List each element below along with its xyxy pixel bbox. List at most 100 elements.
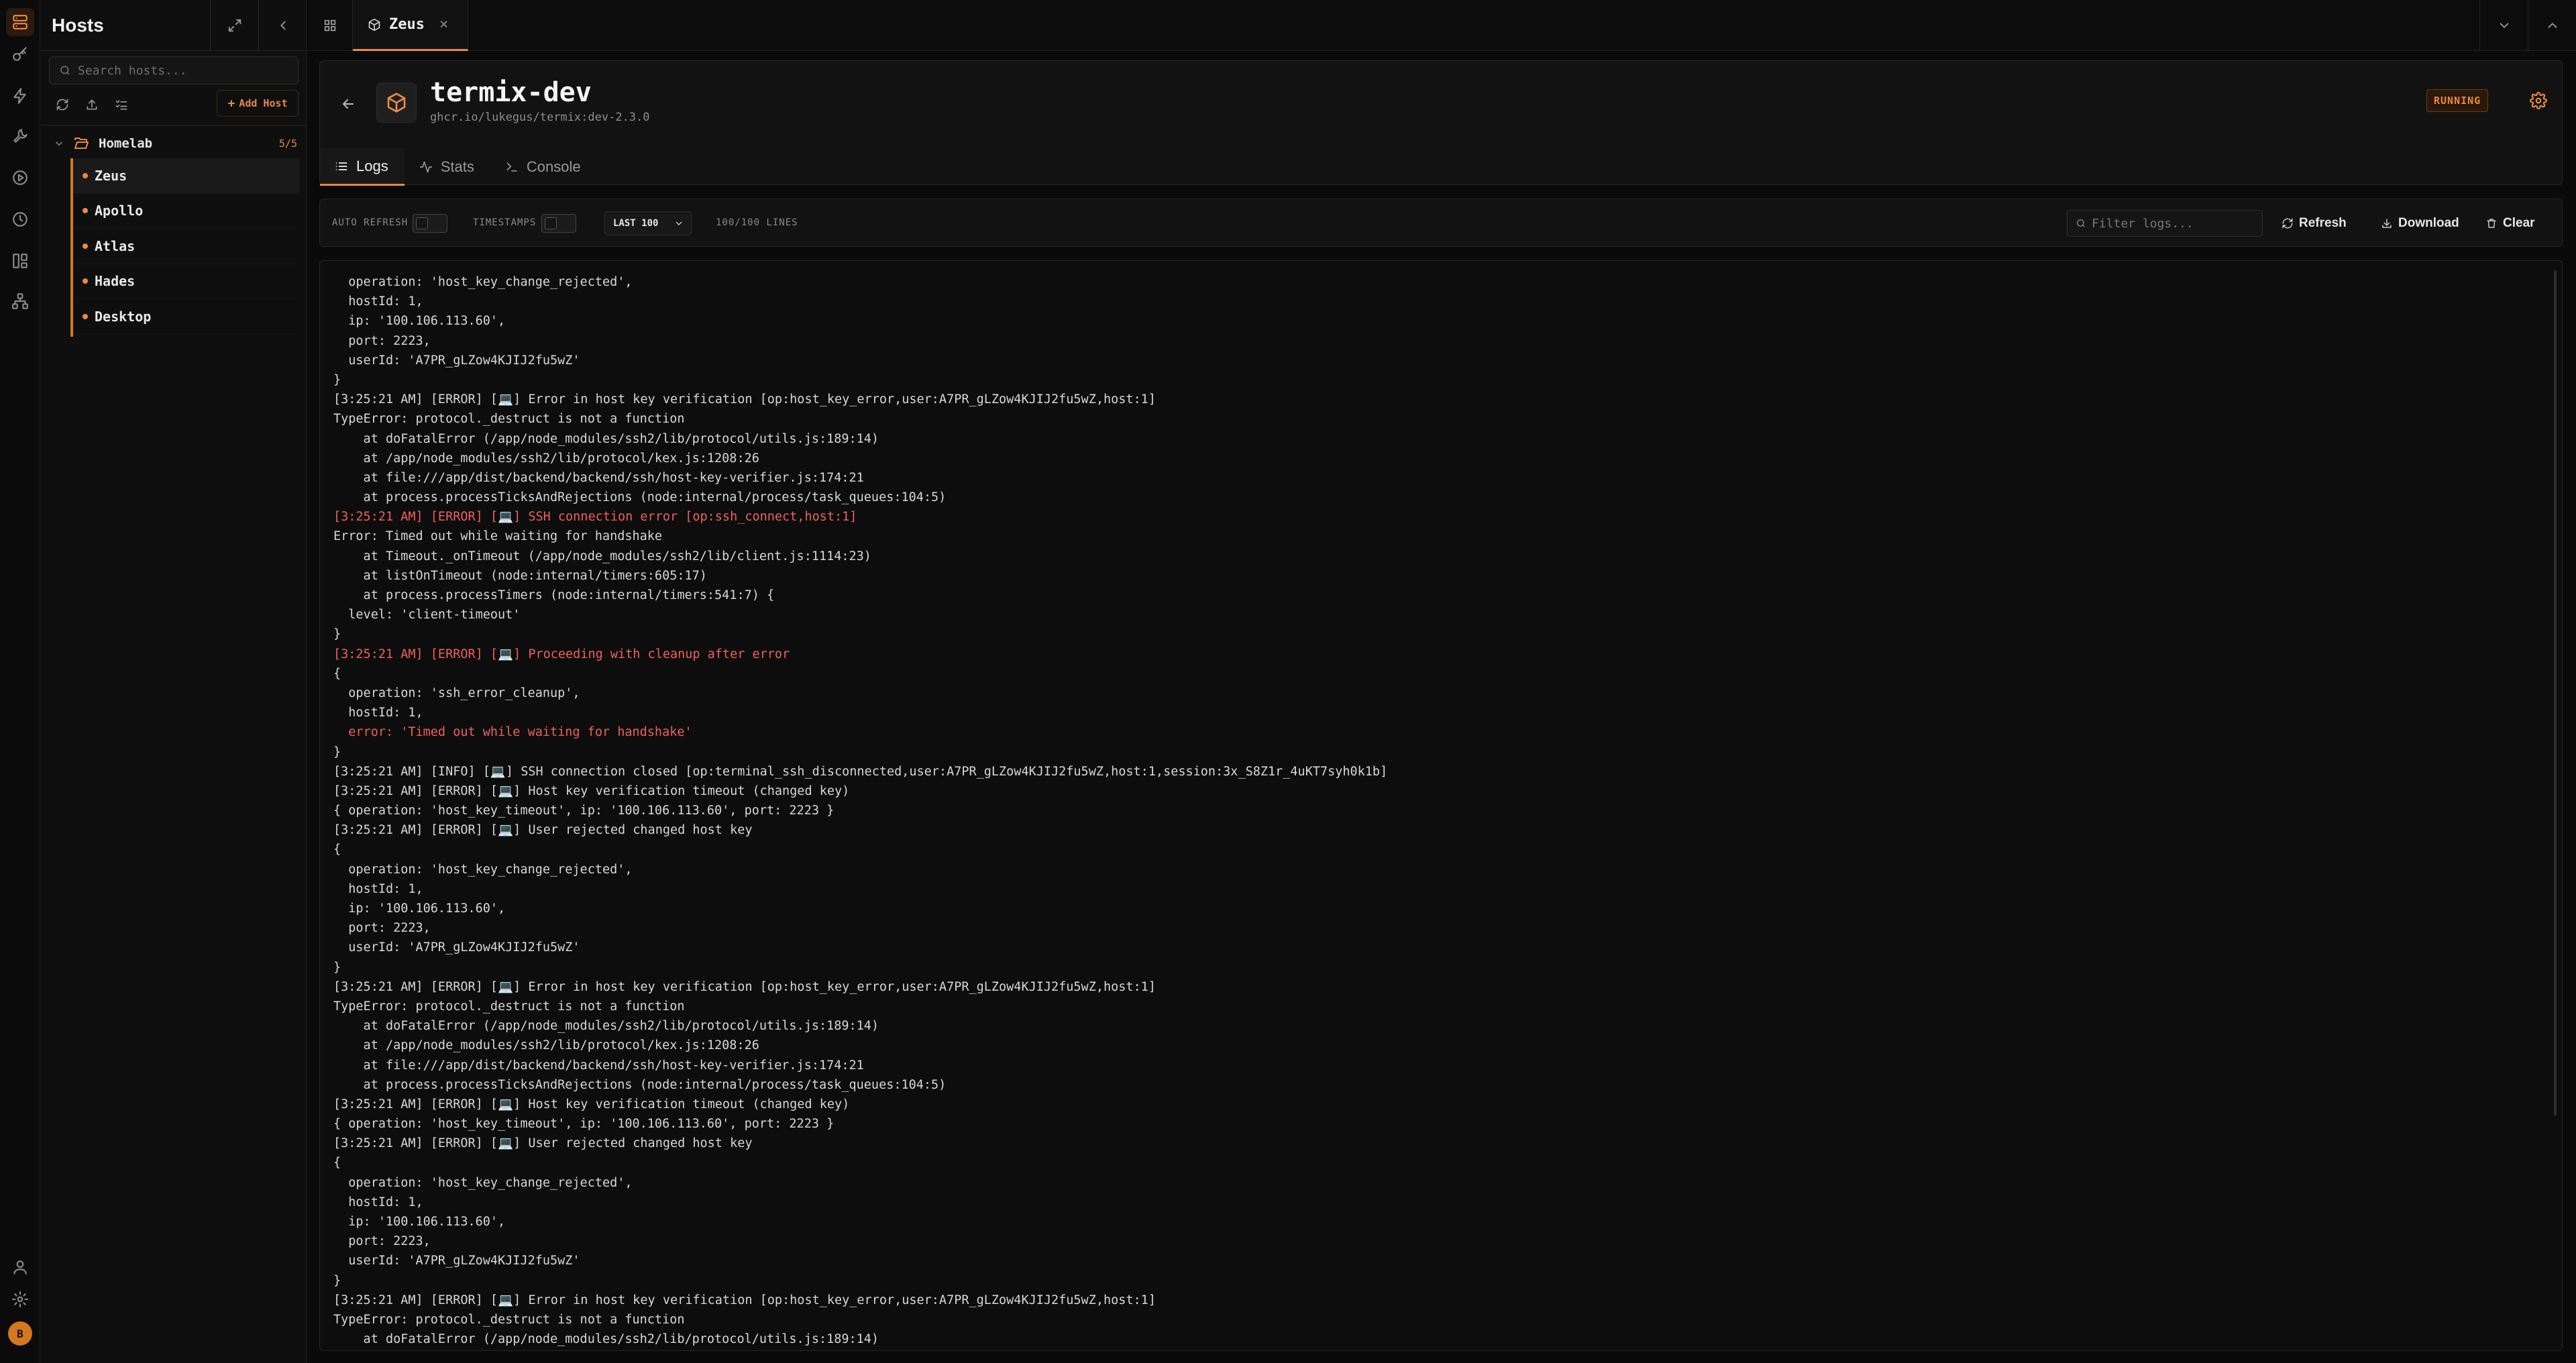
host-item-apollo[interactable]: Apollo xyxy=(70,194,300,229)
log-scrollbar[interactable] xyxy=(2554,270,2557,1115)
log-line: [3:25:21 AM] [ERROR] [💻] User rejected c… xyxy=(333,1136,753,1151)
refresh-logs-button[interactable]: Refresh xyxy=(2282,211,2347,235)
log-line: error: 'Timed out while waiting for hand… xyxy=(333,725,692,740)
auto-refresh-toggle[interactable] xyxy=(413,214,447,233)
log-line: TypeError: protocol._destruct is not a f… xyxy=(333,1312,685,1327)
log-line: at /app/node_modules/ssh2/lib/protocol/k… xyxy=(333,451,759,466)
box-icon xyxy=(387,93,406,113)
hosts-nav-button[interactable] xyxy=(6,8,34,36)
host-item-atlas[interactable]: Atlas xyxy=(70,229,300,264)
host-item-hades[interactable]: Hades xyxy=(70,264,300,299)
settings-nav-button[interactable] xyxy=(6,1285,34,1313)
log-line: [3:25:21 AM] [ERROR] [💻] Host key verifi… xyxy=(333,783,850,798)
log-line: } xyxy=(333,372,341,387)
tab-label: Logs xyxy=(356,157,388,174)
folder-homelab[interactable]: Homelab 5/5 xyxy=(49,131,300,156)
close-icon[interactable]: × xyxy=(439,16,448,33)
log-line: [3:25:21 AM] [ERROR] [💻] SSH connection … xyxy=(333,510,857,525)
grid-icon xyxy=(324,19,335,32)
gear-icon xyxy=(2530,92,2547,109)
log-line: at process.processTicksAndRejections (no… xyxy=(333,1077,947,1092)
credentials-nav-button[interactable] xyxy=(6,40,34,68)
log-line: operation: 'host_key_change_rejected', xyxy=(333,1175,633,1190)
tab-console[interactable]: Console xyxy=(490,148,597,186)
log-line: userId: 'A7PR_gLZow4KJIJ2fu5wZ' xyxy=(333,940,580,955)
log-line: { xyxy=(333,842,341,857)
clear-logs-button[interactable]: Clear xyxy=(2485,211,2535,235)
network-nav-button[interactable] xyxy=(6,287,34,315)
upload-icon xyxy=(87,99,97,110)
plus-icon: + xyxy=(227,96,235,111)
tab-logs[interactable]: Logs xyxy=(320,148,405,186)
add-host-button[interactable]: + Add Host xyxy=(217,90,299,117)
log-line: operation: 'ssh_error_cleanup', xyxy=(333,686,580,700)
trash-icon xyxy=(2487,219,2496,228)
collapse-topbar-button[interactable] xyxy=(2528,0,2576,51)
import-hosts-button[interactable] xyxy=(80,93,104,117)
tab-stats[interactable]: Stats xyxy=(405,148,490,186)
log-line: at /app/node_modules/ssh2/lib/protocol/k… xyxy=(333,1038,759,1053)
clock-icon xyxy=(13,212,28,227)
log-line: } xyxy=(333,627,341,642)
play-icon xyxy=(13,170,28,185)
tools-nav-button[interactable] xyxy=(6,122,34,150)
dashboard-nav-button[interactable] xyxy=(6,247,34,275)
sidebar-header: Hosts xyxy=(41,0,307,51)
server-icon xyxy=(13,15,28,30)
tab-overview-button[interactable] xyxy=(307,0,353,51)
log-line: hostId: 1, xyxy=(333,294,423,309)
tab-dropdown-button[interactable] xyxy=(2479,0,2528,51)
log-line: at doFatalError (/app/node_modules/ssh2/… xyxy=(333,431,879,446)
log-line: [3:25:21 AM] [ERROR] [💻] Error in host k… xyxy=(333,979,1156,994)
log-line: [3:25:21 AM] [ERROR] [💻] Error in host k… xyxy=(333,392,1156,407)
host-name: Zeus xyxy=(95,167,127,184)
expand-sidebar-button[interactable] xyxy=(210,0,258,51)
log-line: [3:25:21 AM] [INFO] [💻] SSH connection c… xyxy=(333,764,1388,779)
snippets-nav-button[interactable] xyxy=(6,82,34,110)
log-line: at Timeout._onTimeout (/app/node_modules… xyxy=(333,549,871,563)
container-settings-button[interactable] xyxy=(2528,91,2548,111)
arrow-left-icon xyxy=(342,99,354,109)
host-item-zeus[interactable]: Zeus xyxy=(70,158,300,194)
host-item-desktop[interactable]: Desktop xyxy=(70,299,300,335)
chevron-down-icon xyxy=(55,142,63,146)
gear-icon xyxy=(12,1291,28,1307)
filter-input[interactable] xyxy=(2092,216,2259,231)
refresh-hosts-button[interactable] xyxy=(50,93,74,117)
line-count: 100/100 LINES xyxy=(716,217,798,228)
download-logs-button[interactable]: Download xyxy=(2381,211,2459,235)
nav-rail: B xyxy=(0,0,40,1363)
collapse-sidebar-button[interactable] xyxy=(258,0,307,51)
folder-indent-bar xyxy=(70,158,73,337)
container-image: ghcr.io/lukegus/termix:dev-2.3.0 xyxy=(430,111,650,124)
search-input[interactable] xyxy=(78,63,292,78)
log-line: [3:25:21 AM] [ERROR] [💻] Host key verifi… xyxy=(333,1097,850,1111)
log-line: port: 2223, xyxy=(333,921,431,936)
timestamps-toggle[interactable] xyxy=(541,214,576,233)
log-line: operation: 'host_key_change_rejected', xyxy=(333,275,633,289)
chevron-down-icon xyxy=(2500,23,2508,29)
terminal-icon xyxy=(506,162,517,172)
status-badge: RUNNING xyxy=(2426,89,2489,112)
select-hosts-button[interactable] xyxy=(109,93,133,117)
log-output[interactable]: operation: 'host_key_change_rejected', h… xyxy=(319,260,2563,1351)
box-icon xyxy=(368,18,380,31)
run-nav-button[interactable] xyxy=(6,164,34,192)
back-button[interactable] xyxy=(335,91,362,117)
host-search xyxy=(49,56,299,85)
log-line: hostId: 1, xyxy=(333,706,423,720)
profile-nav-button[interactable] xyxy=(6,1253,34,1281)
container-tabs: Logs Stats Console xyxy=(320,148,597,186)
log-line: ip: '100.106.113.60', xyxy=(333,1215,506,1229)
history-nav-button[interactable] xyxy=(6,205,34,233)
host-name: Hades xyxy=(95,273,136,290)
clear-label: Clear xyxy=(2503,216,2535,230)
avatar[interactable]: B xyxy=(8,1321,32,1346)
lightning-icon xyxy=(13,88,26,104)
auto-refresh-label: AUTO REFRESH xyxy=(332,217,409,228)
layout-icon xyxy=(13,254,28,268)
line-range-select[interactable]: LAST 100 xyxy=(604,211,692,235)
tab-zeus[interactable]: Zeus × xyxy=(353,0,468,51)
logs-toolbar: AUTO REFRESH TIMESTAMPS LAST 100 100/100… xyxy=(319,199,2563,247)
log-line: hostId: 1, xyxy=(333,881,423,896)
